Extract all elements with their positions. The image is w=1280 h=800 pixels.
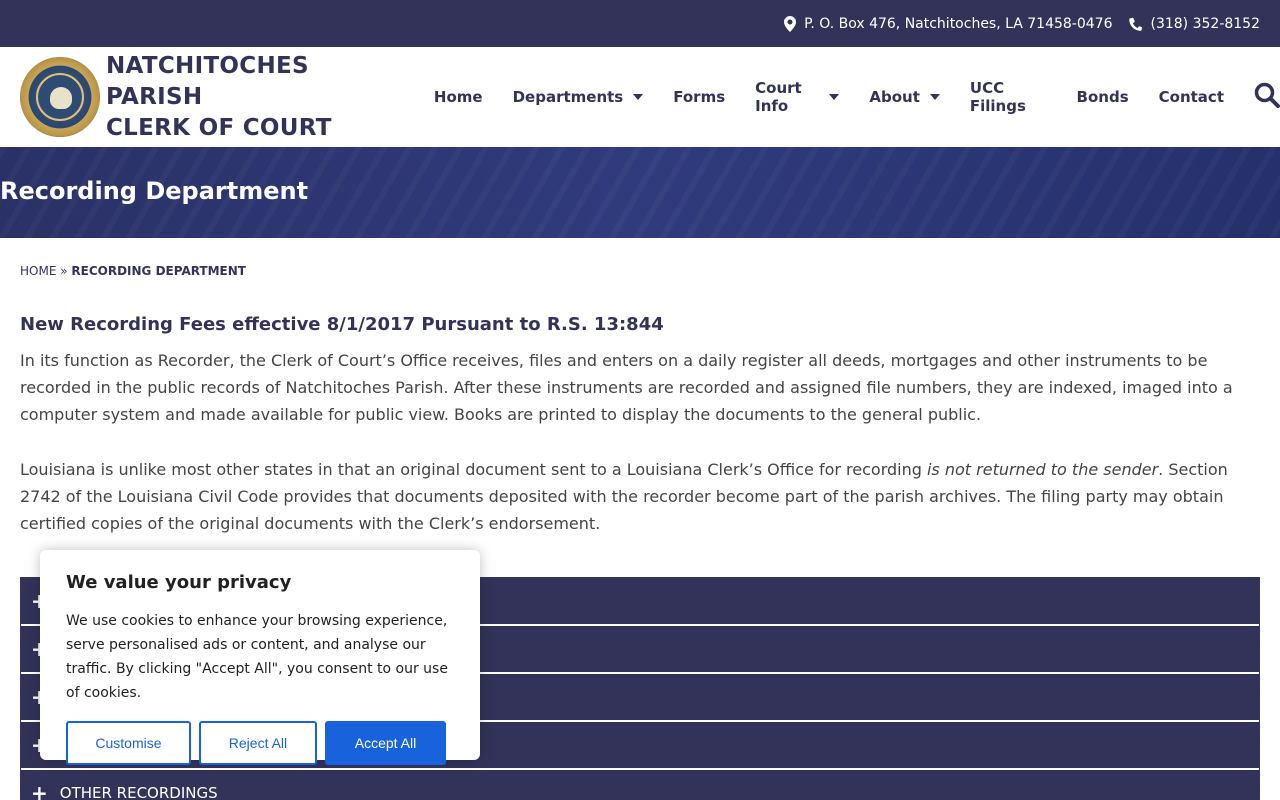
site-title[interactable]: NATCHITOCHES PARISH CLERK OF COURT — [106, 51, 400, 144]
caret-down-icon — [829, 94, 840, 100]
nav-bonds-label: Bonds — [1076, 88, 1129, 106]
nav-ucc-filings-label: UCC Filings — [969, 79, 1026, 115]
nav-departments[interactable]: Departments — [513, 88, 644, 106]
breadcrumb: HOME » RECORDING DEPARTMENT — [20, 264, 1260, 278]
cookie-consent-banner: We value your privacy We use cookies to … — [40, 550, 480, 765]
seal-center — [36, 73, 84, 121]
caret-down-icon — [929, 94, 940, 100]
page-hero-banner: Recording Department — [0, 147, 1280, 238]
louisiana-paragraph: Louisiana is unlike most other states in… — [20, 456, 1260, 537]
reject-all-button[interactable]: Reject All — [198, 721, 317, 765]
nav-court-info[interactable]: Court Info — [755, 79, 840, 115]
breadcrumb-separator: » — [60, 264, 68, 278]
nav-about[interactable]: About — [869, 88, 940, 106]
map-pin-icon — [784, 15, 797, 32]
search-button[interactable] — [1254, 82, 1280, 112]
nav-about-label: About — [869, 88, 920, 106]
main-nav: Home Departments Forms Court Info About … — [434, 79, 1280, 115]
nav-forms[interactable]: Forms — [673, 88, 725, 106]
nav-home[interactable]: Home — [434, 88, 483, 106]
pelican-icon — [50, 87, 72, 109]
phone-info[interactable]: (318) 352-8152 — [1128, 16, 1261, 32]
address-info: P. O. Box 476, Natchitoches, LA 71458-04… — [784, 15, 1113, 32]
nav-home-label: Home — [433, 88, 483, 106]
nav-contact-label: Contact — [1158, 88, 1224, 106]
accordion-item-label: OTHER RECORDINGS — [59, 784, 218, 800]
paragraph-emphasis: is not returned to the sender — [926, 460, 1159, 479]
cookie-buttons: Customise Reject All Accept All — [66, 721, 454, 765]
nav-ucc-filings[interactable]: UCC Filings — [970, 79, 1047, 115]
recorder-paragraph: In its function as Recorder, the Clerk o… — [20, 351, 1233, 424]
cookie-text: We use cookies to enhance your browsing … — [66, 613, 448, 701]
breadcrumb-home-link[interactable]: HOME — [20, 264, 56, 278]
fees-heading: New Recording Fees effective 8/1/2017 Pu… — [20, 314, 664, 335]
phone-icon — [1128, 17, 1143, 31]
plus-icon: + — [31, 781, 48, 800]
top-contact-bar: P. O. Box 476, Natchitoches, LA 71458-04… — [0, 0, 1280, 47]
nav-contact[interactable]: Contact — [1159, 88, 1224, 106]
accordion-item-other-recordings[interactable]: + OTHER RECORDINGS — [21, 770, 1259, 800]
page-title: Recording Department — [0, 177, 309, 205]
caret-down-icon — [633, 94, 644, 100]
site-title-line2: CLERK OF COURT — [106, 114, 332, 141]
search-icon — [1254, 82, 1280, 108]
breadcrumb-current: RECORDING DEPARTMENT — [71, 264, 246, 278]
site-title-line1: NATCHITOCHES PARISH — [106, 52, 309, 110]
cookie-title: We value your privacy — [66, 572, 292, 593]
address-text: P. O. Box 476, Natchitoches, LA 71458-04… — [804, 15, 1113, 32]
paragraph-text-start: Louisiana is unlike most other states in… — [20, 460, 927, 479]
nav-departments-label: Departments — [512, 88, 624, 106]
nav-bonds[interactable]: Bonds — [1077, 88, 1129, 106]
accept-all-button[interactable]: Accept All — [325, 721, 446, 765]
nav-court-info-label: Court Info — [755, 79, 802, 115]
parish-seal-logo[interactable] — [20, 57, 100, 137]
site-header: NATCHITOCHES PARISH CLERK OF COURT Home … — [0, 47, 1280, 147]
phone-text[interactable]: (318) 352-8152 — [1151, 16, 1261, 32]
nav-forms-label: Forms — [673, 88, 726, 106]
customise-button[interactable]: Customise — [66, 721, 191, 765]
